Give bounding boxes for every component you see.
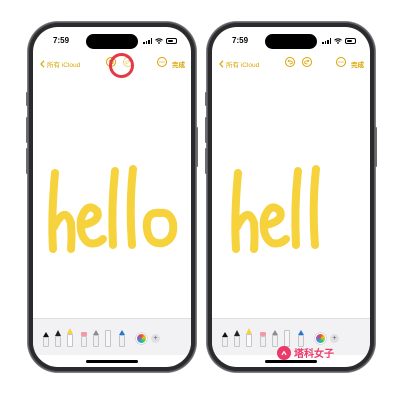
notes-screen: 7:59 所有 iCloud 完成 +: [212, 27, 370, 367]
ellipsis-circle-icon: [338, 61, 344, 63]
power-button: [375, 127, 377, 167]
marker-tool[interactable]: [234, 330, 240, 347]
drawing-canvas[interactable]: [212, 87, 370, 307]
plus-icon[interactable]: +: [330, 334, 339, 343]
undo-button[interactable]: [285, 57, 295, 67]
back-label: 所有 iCloud: [226, 62, 260, 69]
chevron-left-icon: [40, 60, 45, 68]
volume-up-button: [205, 117, 207, 143]
wifi-icon: [334, 38, 342, 44]
color-wheel-icon[interactable]: [137, 334, 146, 343]
eraser-tool[interactable]: [260, 332, 266, 347]
status-bar: 7:59: [33, 35, 191, 49]
back-button[interactable]: 所有 iCloud: [40, 59, 80, 69]
battery-icon: [345, 38, 356, 44]
pen-tool[interactable]: [43, 332, 49, 347]
fountain-pen-tool[interactable]: [119, 330, 125, 347]
redo-icon: [304, 59, 310, 65]
plus-icon[interactable]: +: [151, 334, 160, 343]
screenshot-stage: 7:59 所有 iCloud 完成 + 7:59 所有 iCloud 完成 + …: [0, 0, 403, 400]
battery-icon: [166, 38, 177, 44]
eraser-tool[interactable]: [81, 332, 87, 347]
status-bar: 7:59: [212, 35, 370, 49]
cellular-signal-icon: [143, 38, 152, 44]
status-time: 7:59: [53, 36, 70, 45]
lasso-tool[interactable]: [93, 330, 99, 347]
undo-icon: [287, 59, 293, 65]
power-button: [196, 127, 198, 167]
back-label: 所有 iCloud: [47, 62, 81, 69]
watermark: 塔科女子: [277, 345, 334, 360]
phone-left: 7:59 所有 iCloud 完成 +: [26, 22, 198, 372]
done-button[interactable]: 完成: [172, 59, 185, 69]
drawing-canvas[interactable]: [33, 87, 191, 307]
action-button: [26, 92, 28, 106]
handwriting-hell: [231, 165, 320, 253]
marker-tool[interactable]: [55, 330, 61, 347]
cellular-signal-icon: [322, 38, 331, 44]
more-button[interactable]: [157, 57, 167, 67]
volume-down-button: [205, 148, 207, 174]
notes-screen: 7:59 所有 iCloud 完成 +: [33, 27, 191, 367]
chevron-left-icon: [219, 60, 224, 68]
volume-down-button: [26, 148, 28, 174]
watermark-logo-icon: [277, 345, 291, 360]
home-indicator: [265, 360, 317, 363]
home-indicator: [86, 360, 138, 363]
highlighter-tool[interactable]: [67, 328, 73, 347]
wifi-icon: [155, 38, 163, 44]
pen-tool[interactable]: [222, 332, 228, 347]
color-wheel-icon[interactable]: [316, 334, 325, 343]
watermark-text: 塔科女子: [294, 349, 334, 360]
undo-highlight-circle: [109, 53, 134, 78]
drawing-toolbar: +: [33, 318, 191, 355]
handwriting-hello: [48, 165, 178, 253]
ellipsis-circle-icon: [159, 61, 165, 63]
highlighter-tool[interactable]: [246, 328, 252, 347]
volume-up-button: [26, 117, 28, 143]
phone-right: 7:59 所有 iCloud 完成 +: [205, 22, 377, 372]
more-button[interactable]: [336, 57, 346, 67]
ruler-tool[interactable]: [105, 330, 111, 347]
done-button[interactable]: 完成: [351, 59, 364, 69]
status-time: 7:59: [232, 36, 249, 45]
redo-button[interactable]: [302, 57, 312, 67]
action-button: [205, 92, 207, 106]
back-button[interactable]: 所有 iCloud: [219, 59, 259, 69]
notes-nav-bar: 所有 iCloud 完成: [212, 56, 370, 74]
